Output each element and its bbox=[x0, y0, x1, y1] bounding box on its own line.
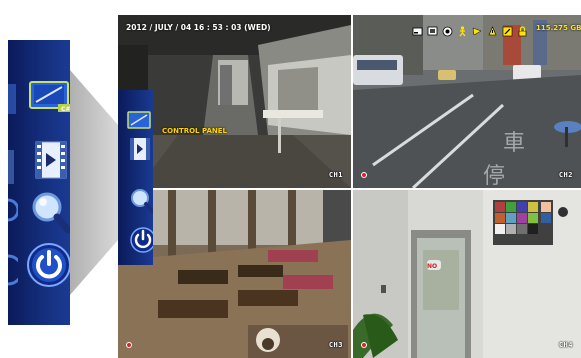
channel-label-ch4: CH4 bbox=[558, 341, 573, 349]
zoomed-menu-panel: C# bbox=[8, 40, 70, 325]
network-icon bbox=[427, 22, 438, 35]
overwrite-icon bbox=[502, 22, 513, 36]
channel-label-ch2: CH2 bbox=[558, 171, 573, 179]
timer-record-icon bbox=[472, 22, 483, 35]
side-menu-icons bbox=[127, 111, 153, 253]
playback-icon[interactable] bbox=[34, 140, 70, 180]
svg-text:NO: NO bbox=[427, 263, 437, 270]
partial-icons-edge bbox=[8, 84, 18, 286]
record-indicator-ch3 bbox=[126, 342, 132, 348]
record-indicator-ch2 bbox=[361, 172, 367, 178]
key-lock-icon bbox=[517, 22, 528, 36]
osd-hdd-free: 115.275 GB bbox=[536, 24, 581, 32]
record-mode-icon bbox=[442, 22, 453, 36]
camera-view-ch4[interactable]: NO CH4 bbox=[353, 190, 581, 358]
camera-view-ch2[interactable]: 車 停 CH2 bbox=[353, 15, 581, 188]
alarm-icon bbox=[487, 22, 498, 35]
search-icon[interactable] bbox=[30, 190, 70, 234]
power-icon[interactable] bbox=[26, 242, 70, 288]
svg-text:C#: C# bbox=[61, 106, 70, 113]
ch4-video-feed: NO bbox=[353, 190, 581, 358]
control-panel-icon[interactable]: C# bbox=[28, 80, 70, 114]
record-indicator-ch4 bbox=[361, 342, 367, 348]
channel-label-ch3: CH3 bbox=[328, 341, 343, 349]
live-view-side-menu bbox=[118, 90, 153, 265]
svg-text:車: 車 bbox=[503, 131, 525, 156]
osd-status-icons bbox=[412, 20, 528, 36]
osd-datetime: 2012 / JULY / 04 16 : 53 : 03 (WED) bbox=[126, 23, 271, 32]
hdd-icon bbox=[412, 22, 423, 35]
motion-icon bbox=[457, 22, 468, 36]
svg-text:停: 停 bbox=[483, 164, 505, 188]
ch2-video-feed: 車 停 bbox=[353, 15, 581, 188]
zoom-callout-shape bbox=[70, 70, 118, 295]
channel-label-ch1: CH1 bbox=[328, 171, 343, 179]
control-panel-label: CONTROL PANEL bbox=[162, 127, 227, 135]
